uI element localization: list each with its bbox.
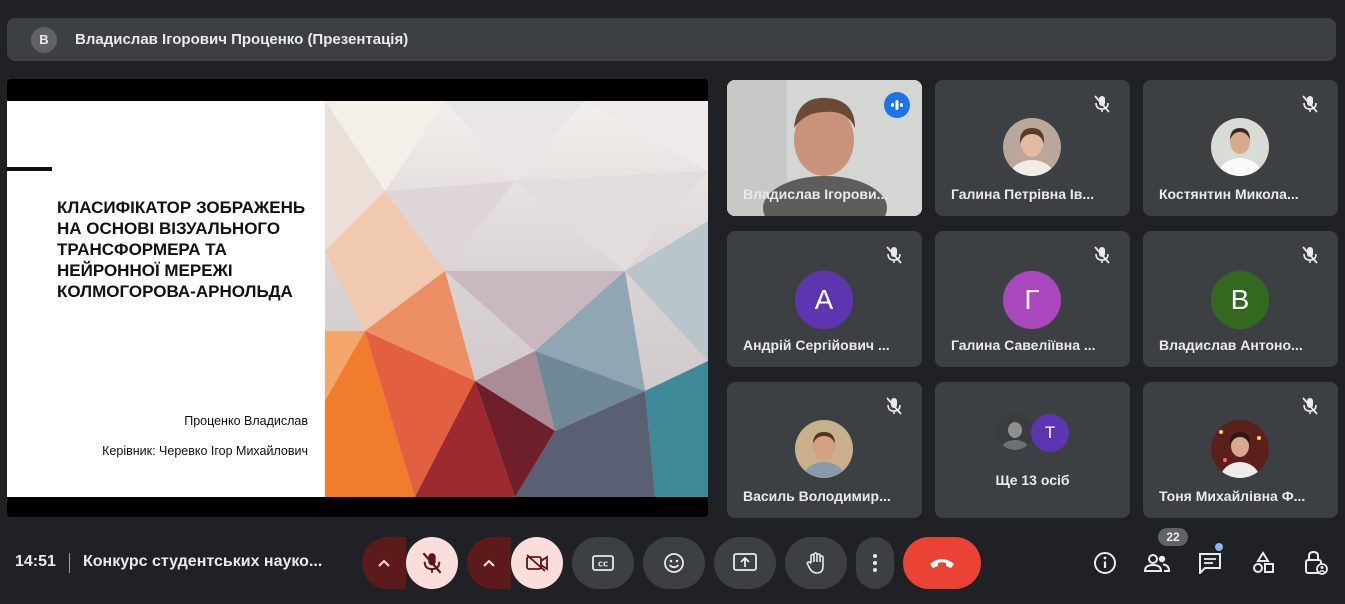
people-icon — [1144, 554, 1170, 572]
chat-icon — [1199, 553, 1221, 574]
reactions-button[interactable] — [643, 537, 705, 589]
speaking-indicator — [884, 92, 910, 118]
participant-tile-5[interactable]: Г Галина Савеліївна ... — [935, 231, 1130, 367]
lock-person-icon — [1305, 550, 1328, 575]
toggle-microphone-button[interactable] — [406, 537, 458, 589]
mic-off-icon — [1300, 396, 1320, 416]
participant-tile-6[interactable]: В Владислав Антоно... — [1143, 231, 1338, 367]
participant-name: Тоня Михайлівна Ф... — [1159, 488, 1306, 504]
mic-off-icon — [422, 552, 442, 574]
participant-avatar-photo — [1211, 420, 1269, 478]
more-participants-tile[interactable]: Т Ще 13 осіб — [935, 382, 1130, 518]
svg-text:CC: CC — [598, 561, 608, 569]
more-participants-label: Ще 13 осіб — [995, 472, 1070, 488]
presentation-stage[interactable]: Класифікатор зображень на основі візуаль… — [7, 79, 708, 517]
more-vert-icon — [873, 554, 877, 572]
chevron-up-icon — [483, 559, 495, 567]
participant-tile-1[interactable]: Владислав Ігорови... — [727, 80, 922, 216]
mic-off-icon — [884, 396, 904, 416]
raise-hand-icon — [806, 552, 824, 574]
captions-button[interactable]: CC — [572, 537, 634, 589]
host-controls-button[interactable] — [1302, 549, 1330, 577]
present-screen-icon — [733, 553, 757, 571]
participant-count-badge: 22 — [1158, 528, 1188, 546]
participant-avatar-photo — [1003, 118, 1061, 176]
participant-name: Владислав Антоно... — [1159, 337, 1303, 353]
participant-avatar-photo — [1211, 118, 1269, 176]
audio-options-button[interactable] — [362, 537, 406, 589]
participant-tile-8[interactable]: Тоня Михайлівна Ф... — [1143, 382, 1338, 518]
mic-off-icon — [884, 245, 904, 265]
participant-tile-3[interactable]: Костянтин Микола... — [1143, 80, 1338, 216]
camera-off-icon — [526, 554, 548, 572]
presenter-title: Владислав Ігорович Проценко (Презентація… — [75, 31, 409, 48]
meeting-details-button[interactable] — [1091, 549, 1119, 577]
bottom-divider — [69, 553, 70, 573]
participant-avatar-photo — [795, 420, 853, 478]
raise-hand-button[interactable] — [785, 537, 847, 589]
emoji-icon — [664, 553, 684, 573]
mic-off-icon — [1092, 94, 1112, 114]
info-icon — [1094, 552, 1116, 574]
more-participants-avatars: Т — [997, 414, 1077, 454]
participant-avatar-letter: А — [795, 271, 853, 329]
slide-polygon-art — [325, 101, 708, 497]
microphone-control — [362, 537, 459, 589]
meeting-clock: 14:51 — [15, 553, 56, 570]
camera-control — [467, 537, 564, 589]
participant-name: Андрій Сергійович ... — [743, 337, 890, 353]
captions-icon: CC — [592, 555, 614, 571]
mic-off-icon — [1300, 94, 1320, 114]
people-button[interactable] — [1143, 549, 1171, 577]
shapes-icon — [1253, 551, 1274, 573]
mic-off-icon — [1300, 245, 1320, 265]
slide-accent-line — [7, 167, 52, 171]
participant-tile-2[interactable]: Галина Петрівна Ів... — [935, 80, 1130, 216]
slide-author: Проценко Владислав — [184, 414, 308, 428]
phone-hangup-icon — [930, 559, 954, 568]
mic-off-icon — [1092, 245, 1112, 265]
presenter-avatar: В — [31, 26, 57, 53]
activities-button[interactable] — [1249, 549, 1277, 577]
participant-name: Владислав Ігорови... — [743, 186, 889, 202]
participant-avatar-letter: Г — [1003, 271, 1061, 329]
participant-avatar-photo — [997, 414, 1033, 450]
slide-supervisor: Керівник: Черевко Ігор Михайлович — [102, 444, 308, 458]
chat-notification-dot — [1215, 543, 1223, 551]
participant-avatar-letter: Т — [1031, 414, 1069, 452]
slide-title: Класифікатор зображень на основі візуаль… — [57, 198, 306, 301]
presenter-bar: В Владислав Ігорович Проценко (Презентац… — [7, 18, 1336, 61]
participant-name: Галина Савеліївна ... — [951, 337, 1096, 353]
leave-call-button[interactable] — [903, 537, 981, 589]
toggle-camera-button[interactable] — [511, 537, 563, 589]
presentation-slide: Класифікатор зображень на основі візуаль… — [7, 101, 708, 497]
participant-name: Костянтин Микола... — [1159, 186, 1299, 202]
participant-name: Галина Петрівна Ів... — [951, 186, 1095, 202]
participant-tile-7[interactable]: Василь Володимир... — [727, 382, 922, 518]
chevron-up-icon — [378, 559, 390, 567]
speaking-icon — [891, 100, 903, 110]
participant-name: Василь Володимир... — [743, 488, 891, 504]
chat-button[interactable] — [1196, 549, 1224, 577]
participant-tile-4[interactable]: А Андрій Сергійович ... — [727, 231, 922, 367]
present-screen-button[interactable] — [714, 537, 776, 589]
meeting-name[interactable]: Конкурс студентських науко... — [83, 553, 345, 571]
more-options-button[interactable] — [856, 537, 894, 589]
participant-avatar-letter: В — [1211, 271, 1269, 329]
video-options-button[interactable] — [467, 537, 511, 589]
